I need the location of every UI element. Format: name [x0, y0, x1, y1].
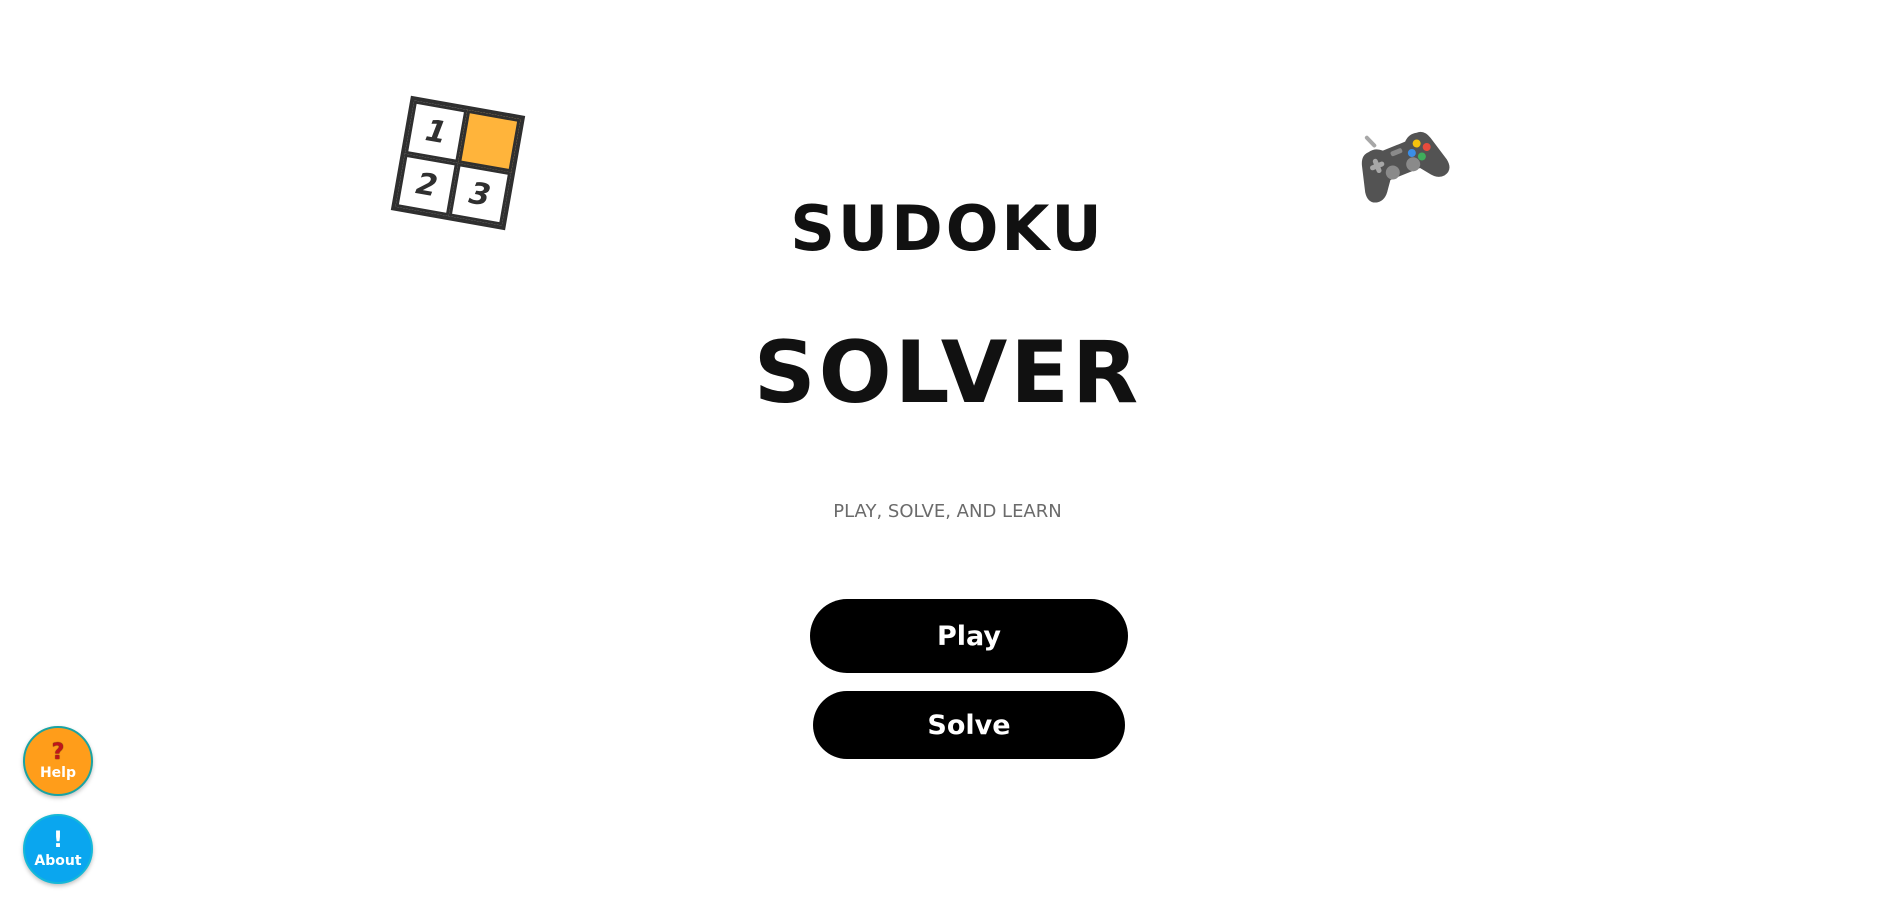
exclamation-icon: !: [52, 828, 64, 853]
sudoku-cell: 1: [404, 100, 468, 163]
question-mark-icon: ?: [51, 740, 65, 765]
sudoku-cell-filled: [458, 109, 521, 173]
about-button[interactable]: ! About: [23, 814, 93, 884]
tagline: PLAY, SOLVE, AND LEARN: [833, 501, 1062, 522]
solve-button[interactable]: Solve: [813, 691, 1125, 759]
play-button[interactable]: Play: [810, 599, 1128, 673]
help-label: Help: [39, 765, 77, 781]
about-label: About: [34, 853, 82, 869]
page-title-line2: SOLVER: [753, 323, 1142, 423]
help-button[interactable]: ? Help: [23, 726, 93, 796]
page-title-line1: SUDOKU: [790, 192, 1105, 265]
